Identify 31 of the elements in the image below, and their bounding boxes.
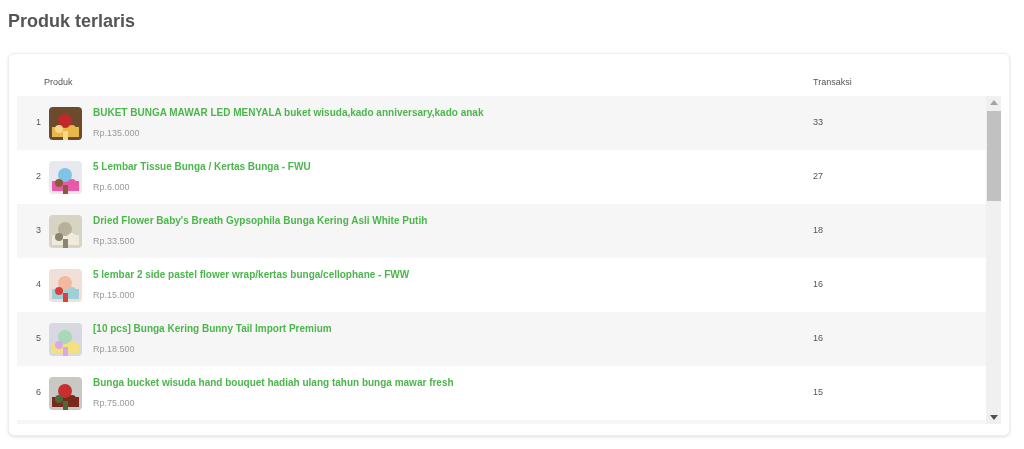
rank-number: 2 xyxy=(35,170,42,184)
column-header: Transaksi xyxy=(813,76,852,90)
product-link[interactable]: [10 pcs] Bunga Kering Bunny Tail Import Premium xyxy=(93,321,793,337)
scroll-thumb[interactable] xyxy=(986,111,1001,201)
product-link[interactable]: BUKET BUNGA MAWAR LED MENYALA buket wisuda,kado anniversary,kado anak xyxy=(93,105,793,121)
page-title: Produk terlaris xyxy=(8,10,136,33)
rank-number: 5 xyxy=(35,332,42,346)
product-link[interactable]: Dried Flower Baby's Breath Gypsophila Bunga Kering Asli White Putih xyxy=(93,213,793,229)
rank-number: 3 xyxy=(35,224,42,238)
column-header: Produk xyxy=(44,76,74,90)
product-price: Rp.75.000 xyxy=(93,397,136,411)
scrollbar[interactable] xyxy=(986,96,1001,424)
product-price: Rp.15.000 xyxy=(93,289,136,303)
product-link[interactable]: 5 lembar 2 side pastel flower wrap/kertas bunga/cellophane - FWW xyxy=(93,267,793,283)
transaction-count: 16 xyxy=(813,278,823,292)
transaction-count: 18 xyxy=(813,224,823,238)
transaction-count: 27 xyxy=(813,170,823,184)
product-price: Rp.6.000 xyxy=(93,181,131,195)
product-price: Rp.18.500 xyxy=(93,343,136,357)
transaction-count: 16 xyxy=(813,332,823,346)
product-price: Rp.33.500 xyxy=(93,235,136,249)
product-link[interactable]: Bunga bucket wisuda hand bouquet hadiah ulang tahun bunga mawar fresh xyxy=(93,375,793,391)
scroll-down-icon[interactable] xyxy=(989,415,998,420)
transaction-count: 33 xyxy=(813,116,823,130)
rank-number: 4 xyxy=(35,278,42,292)
transaction-count: 15 xyxy=(813,386,823,400)
product-price: Rp.135.000 xyxy=(93,127,141,141)
product-link[interactable]: 5 Lembar Tissue Bunga / Kertas Bunga - FWU xyxy=(93,159,793,175)
rank-number: 6 xyxy=(35,386,42,400)
scroll-up-icon[interactable] xyxy=(989,100,998,105)
rank-number: 1 xyxy=(35,116,42,130)
